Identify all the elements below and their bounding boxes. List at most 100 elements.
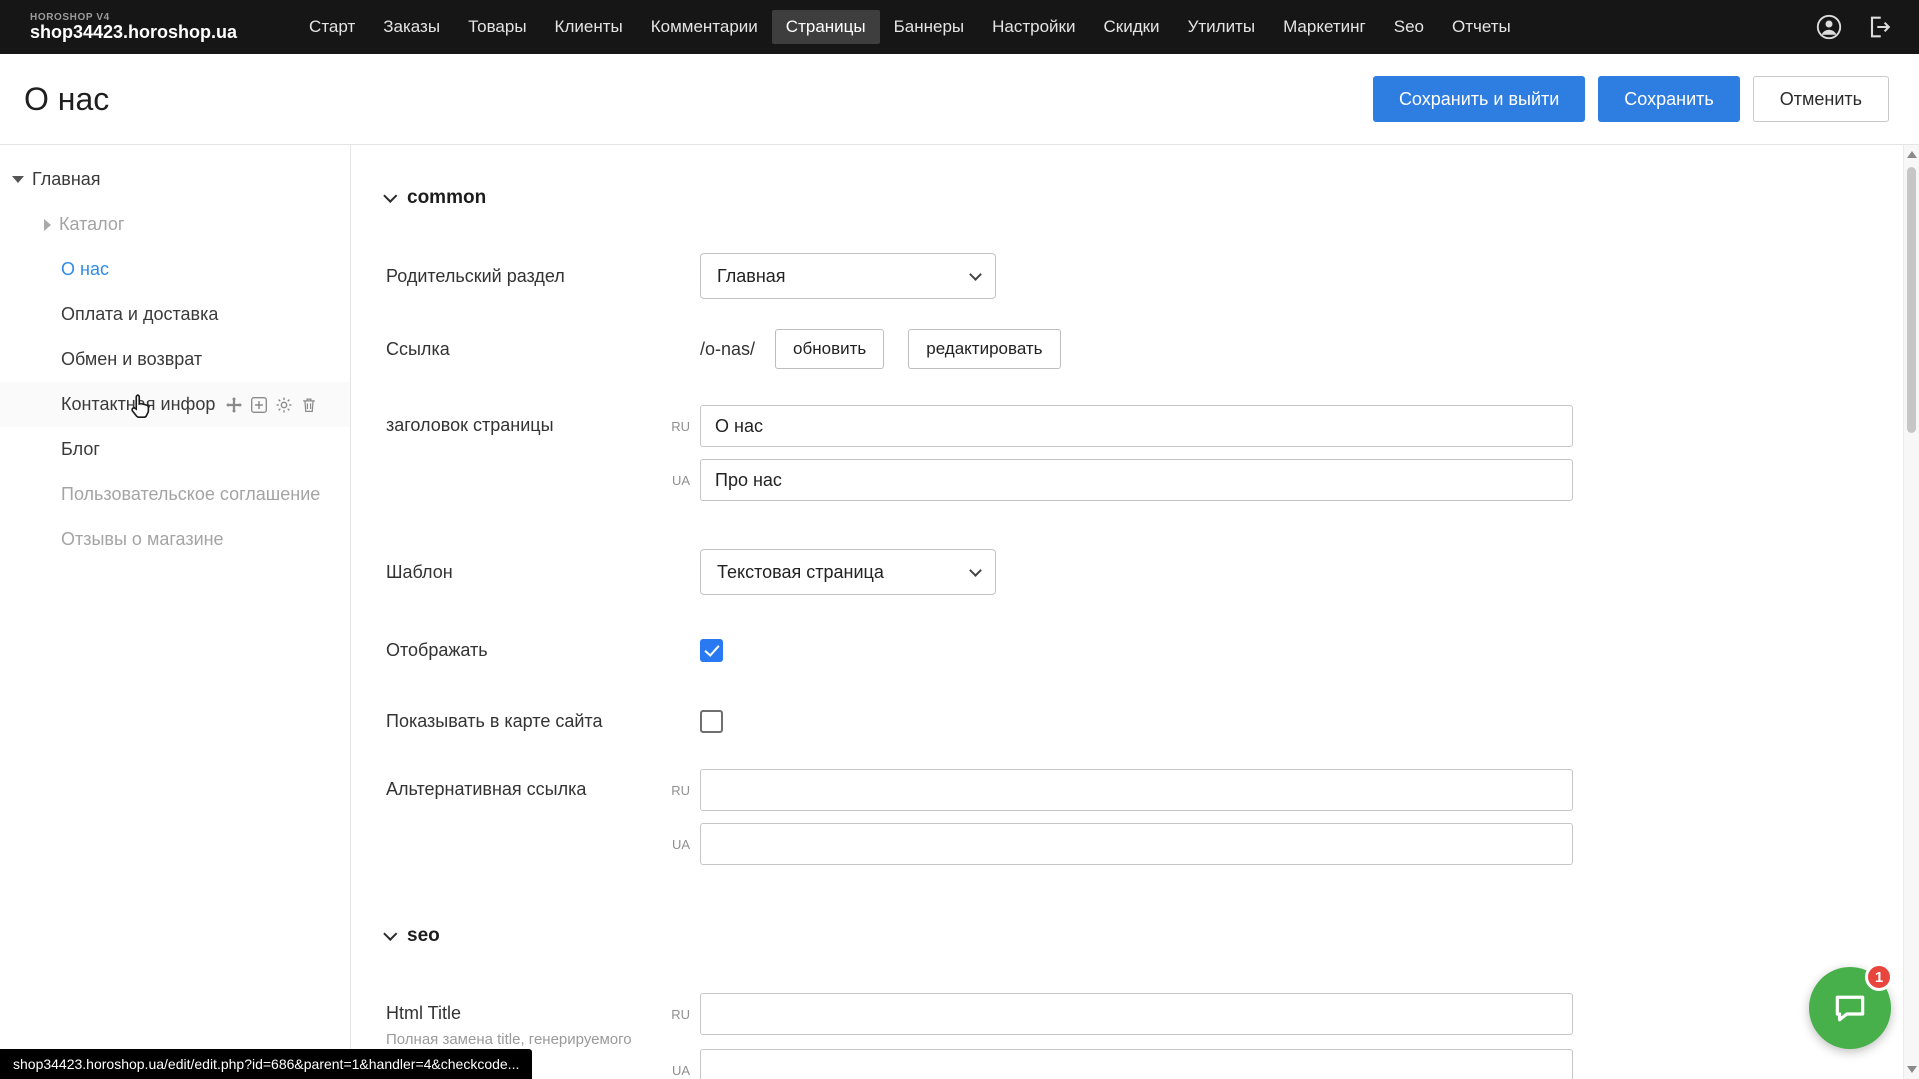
tree-item-label: Оплата и доставка [61,304,218,325]
html-title-ru-input[interactable] [700,993,1573,1035]
chevron-down-icon [383,189,397,203]
alt-link-ua-input[interactable] [700,823,1573,865]
link-label: Ссылка [386,339,700,360]
tree-item-actions [225,396,318,414]
move-icon[interactable] [225,396,243,414]
lang-ua-tag: UA [656,837,690,852]
html-title-ua-input[interactable] [700,1049,1573,1079]
tree-item-label: Отзывы о магазине [61,529,224,550]
save-button[interactable]: Сохранить [1598,76,1739,122]
tree-item-blog[interactable]: Блог [0,427,350,472]
page-title-inputs: RU UA [700,405,1573,501]
tree-item-otzyvy[interactable]: Отзывы о магазине [0,517,350,562]
link-value: /o-nas/ [700,339,755,360]
html-title-hint: Полная замена title, генерируемого [386,1031,676,1048]
section-seo-toggle[interactable]: seo [386,925,1919,947]
alt-link-ru-input[interactable] [700,769,1573,811]
page-header: О нас Сохранить и выйти Сохранить Отмени… [0,54,1919,144]
page-title-ua-input[interactable] [700,459,1573,501]
lang-ru-tag: RU [656,419,690,434]
tree-item-obmen[interactable]: Обмен и возврат [0,337,350,382]
cancel-button[interactable]: Отменить [1753,76,1889,122]
template-select[interactable]: Текстовая страница [700,549,996,595]
nav-item-pages[interactable]: Страницы [772,10,880,44]
nav-item-reports[interactable]: Отчеты [1438,10,1525,44]
section-common-toggle[interactable]: common [386,187,1919,209]
page-title-ru-row: RU [700,405,1573,447]
page-title: О нас [24,81,109,118]
display-row: Отображать [386,639,1919,662]
account-icon[interactable] [1815,13,1843,41]
chat-widget-button[interactable]: 1 [1809,967,1891,1049]
parent-section-label: Родительский раздел [386,266,700,287]
tree-item-o-nas[interactable]: О нас [0,247,350,292]
chevron-down-icon [969,564,982,577]
html-title-ru-row: RU [700,993,1573,1035]
header-actions: Сохранить и выйти Сохранить Отменить [1373,76,1889,122]
scroll-down-arrow-icon[interactable] [1907,1066,1917,1073]
nav-item-seo[interactable]: Seo [1380,10,1438,44]
topbar-right-icons [1815,13,1893,41]
nav-item-utilities[interactable]: Утилиты [1174,10,1270,44]
caret-right-icon [44,219,51,231]
tree-item-label: Каталог [59,214,124,235]
link-edit-button[interactable]: редактировать [908,329,1060,369]
nav-item-comments[interactable]: Комментарии [637,10,772,44]
add-page-icon[interactable] [250,396,268,414]
app-logo[interactable]: HOROSHOP V4 shop34423.horoshop.ua [30,12,237,43]
main-nav: Старт Заказы Товары Клиенты Комментарии … [295,10,1525,44]
nav-item-discounts[interactable]: Скидки [1089,10,1173,44]
link-row: Ссылка /o-nas/ обновить редактировать [386,329,1919,369]
browser-status-bar: shop34423.horoshop.ua/edit/edit.php?id=6… [0,1049,532,1079]
tree-item-kontaktnaya[interactable]: Контактная инфор [0,382,350,427]
tree-item-label: Блог [61,439,100,460]
content-area: Главная Каталог О нас Оплата и доставка … [0,144,1919,1079]
display-checkbox[interactable] [700,639,723,662]
lang-ru-tag: RU [656,783,690,798]
parent-section-select[interactable]: Главная [700,253,996,299]
page-edit-form: common Родительский раздел Главная Ссылк… [351,145,1919,1079]
nav-item-orders[interactable]: Заказы [369,10,454,44]
caret-down-icon [12,176,24,183]
tree-item-oplata[interactable]: Оплата и доставка [0,292,350,337]
template-row: Шаблон Текстовая страница [386,549,1919,595]
delete-trash-icon[interactable] [300,396,318,414]
nav-item-start[interactable]: Старт [295,10,369,44]
chevron-down-icon [383,927,397,941]
lang-ru-tag: RU [656,1007,690,1022]
chat-unread-badge: 1 [1865,963,1893,991]
tree-item-katalog[interactable]: Каталог [0,202,350,247]
tree-item-label: Главная [32,169,101,190]
save-and-exit-button[interactable]: Сохранить и выйти [1373,76,1585,122]
tree-item-label: О нас [61,259,109,280]
chevron-down-icon [969,268,982,281]
html-title-label: Html Title [386,1003,700,1024]
logout-icon[interactable] [1865,13,1893,41]
nav-item-products[interactable]: Товары [454,10,540,44]
tree-item-soglashenie[interactable]: Пользовательское соглашение [0,472,350,517]
section-title: seo [407,925,440,947]
scroll-up-arrow-icon[interactable] [1907,151,1917,158]
nav-item-banners[interactable]: Баннеры [880,10,979,44]
page-title-ru-input[interactable] [700,405,1573,447]
nav-item-marketing[interactable]: Маркетинг [1269,10,1380,44]
html-title-inputs: RU UA [700,993,1573,1079]
sitemap-checkbox[interactable] [700,710,723,733]
nav-item-clients[interactable]: Клиенты [541,10,637,44]
page-title-label: заголовок страницы [386,405,700,436]
alt-link-label: Альтернативная ссылка [386,769,700,800]
alt-link-inputs: RU UA [700,769,1573,865]
html-title-row: Html Title Полная замена title, генериру… [386,993,1919,1079]
pages-tree-sidebar: Главная Каталог О нас Оплата и доставка … [0,145,351,1079]
vertical-scrollbar[interactable] [1903,145,1919,1079]
shop-domain-label: shop34423.horoshop.ua [30,23,237,43]
link-refresh-button[interactable]: обновить [775,329,884,369]
sitemap-row: Показывать в карте сайта [386,710,1919,733]
tree-item-glavnaya[interactable]: Главная [0,157,350,202]
nav-item-settings[interactable]: Настройки [978,10,1089,44]
settings-gear-icon[interactable] [275,396,293,414]
page-title-ua-row: UA [700,459,1573,501]
tree-item-label: Контактная инфор [61,394,215,415]
scrollbar-thumb[interactable] [1907,167,1916,433]
parent-section-row: Родительский раздел Главная [386,253,1919,299]
